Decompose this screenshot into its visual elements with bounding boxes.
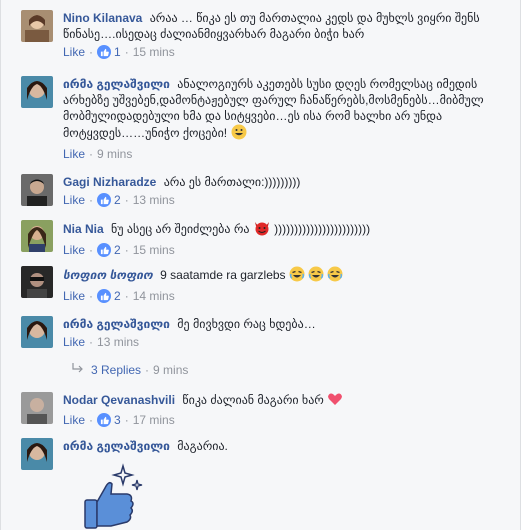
like-button[interactable]: Like bbox=[63, 192, 85, 208]
avatar[interactable] bbox=[21, 438, 53, 470]
comment-text: 9 saatamde ra garzlebs bbox=[160, 268, 286, 283]
comment: Gagi Nizharadze არა ეს მართალი:)))))))))… bbox=[21, 174, 516, 208]
reaction-count[interactable]: 1 bbox=[97, 44, 121, 60]
reaction-count[interactable]: 2 bbox=[97, 192, 121, 208]
like-button[interactable]: Like bbox=[63, 146, 85, 162]
reply-arrow-icon bbox=[71, 362, 85, 377]
smile-emoji-icon bbox=[231, 124, 247, 144]
thumbs-up-sticker-icon bbox=[79, 462, 516, 530]
comment-author[interactable]: Nodar Qevanashvili bbox=[63, 393, 175, 407]
comment: ირმა გელაშვილი მაგარია. bbox=[21, 438, 516, 530]
comment: Nia Nia ნუ ასეც არ შეიძლება რა )))))))))… bbox=[21, 220, 516, 258]
comment-author[interactable]: Nia Nia bbox=[63, 222, 104, 236]
comment-time[interactable]: 15 mins bbox=[133, 44, 175, 60]
laughing-emoji-icon bbox=[289, 266, 343, 286]
avatar[interactable] bbox=[21, 220, 53, 252]
comment-author[interactable]: ირმა გელაშვილი bbox=[63, 317, 170, 331]
comment-text: ნუ ასეც არ შეიძლება რა bbox=[111, 222, 250, 237]
replies-time[interactable]: 9 mins bbox=[153, 363, 188, 377]
comment-author[interactable]: Nino Kilanava bbox=[63, 11, 142, 25]
comment-text: მე მივხვდი რაც ხდება… bbox=[177, 317, 316, 331]
like-button[interactable]: Like bbox=[63, 44, 85, 60]
comment-text: წიკა ძალიან მაგარი ხარ bbox=[182, 393, 324, 408]
avatar[interactable] bbox=[21, 316, 53, 348]
like-icon bbox=[97, 289, 112, 303]
like-button[interactable]: Like bbox=[63, 242, 85, 258]
comment: Nino Kilanava არაა … წიკა ეს თუ მართალია… bbox=[21, 10, 516, 60]
comment-time[interactable]: 13 mins bbox=[133, 192, 175, 208]
reaction-count[interactable]: 2 bbox=[97, 288, 121, 304]
devil-emoji-icon bbox=[253, 220, 271, 240]
like-button[interactable]: Like bbox=[63, 334, 85, 350]
comment-author[interactable]: ირმა გელაშვილი bbox=[63, 439, 170, 453]
comment-time[interactable]: 13 mins bbox=[97, 334, 139, 350]
like-icon bbox=[97, 243, 112, 257]
comment-text: არა ეს მართალი:))))))))) bbox=[163, 175, 301, 189]
like-button[interactable]: Like bbox=[63, 288, 85, 304]
comment-time[interactable]: 17 mins bbox=[133, 412, 175, 428]
like-icon bbox=[97, 413, 112, 427]
comment: Nodar Qevanashvili წიკა ძალიან მაგარი ხა… bbox=[21, 392, 516, 428]
comment-thread: Nino Kilanava არაა … წიკა ეს თუ მართალია… bbox=[0, 0, 521, 530]
reaction-count[interactable]: 2 bbox=[97, 242, 121, 258]
comment: ირმა გელაშვილი მე მივხვდი რაც ხდება… Lik… bbox=[21, 316, 516, 350]
comment-time[interactable]: 9 mins bbox=[97, 146, 132, 162]
replies-link[interactable]: 3 Replies bbox=[91, 363, 141, 377]
comment-author[interactable]: Gagi Nizharadze bbox=[63, 175, 156, 189]
like-button[interactable]: Like bbox=[63, 412, 85, 428]
heart-emoji-icon bbox=[327, 392, 343, 410]
avatar[interactable] bbox=[21, 174, 53, 206]
comment-author[interactable]: ირმა გელაშვილი bbox=[63, 77, 170, 91]
reaction-count[interactable]: 3 bbox=[97, 412, 121, 428]
avatar[interactable] bbox=[21, 10, 53, 42]
avatar[interactable] bbox=[21, 76, 53, 108]
avatar[interactable] bbox=[21, 392, 53, 424]
comment-text-tail: )))))))))))))))))))))))) bbox=[274, 222, 371, 237]
comment-time[interactable]: 14 mins bbox=[133, 288, 175, 304]
like-icon bbox=[97, 193, 112, 207]
like-icon bbox=[97, 45, 112, 59]
comment-time[interactable]: 15 mins bbox=[133, 242, 175, 258]
comment-author[interactable]: სოფიო სოფიო bbox=[63, 268, 153, 282]
comment: ირმა გელაშვილი ანალოგიურს აკეთებს სუსი დ… bbox=[21, 76, 516, 162]
avatar[interactable] bbox=[21, 266, 53, 298]
view-replies[interactable]: 3 Replies · 9 mins bbox=[71, 362, 188, 377]
comment: სოფიო სოფიო 9 saatamde ra garzlebs Like … bbox=[21, 266, 516, 304]
comment-text: მაგარია. bbox=[177, 439, 228, 453]
